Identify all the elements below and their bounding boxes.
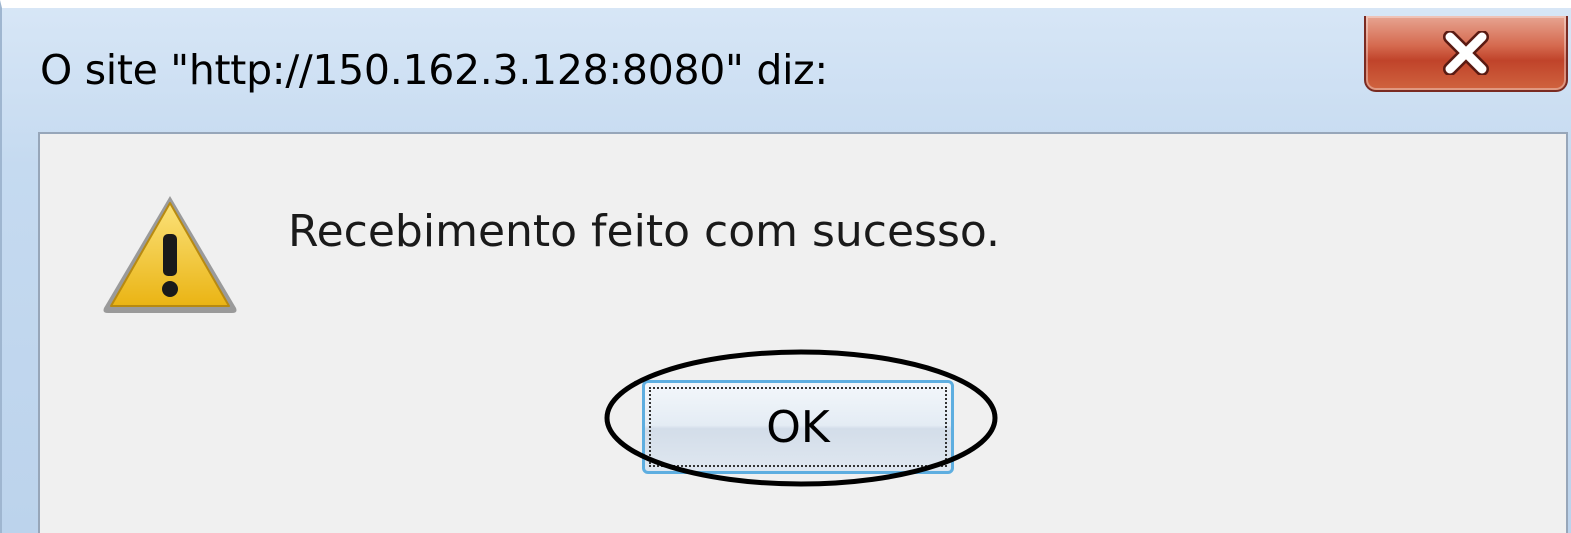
dialog-message: Recebimento feito com sucesso. — [288, 206, 1001, 257]
dialog-title: O site "http://150.162.3.128:8080" diz: — [40, 46, 828, 94]
dialog-content: Recebimento feito com sucesso. OK — [38, 132, 1568, 533]
alert-dialog: O site "http://150.162.3.128:8080" diz: — [0, 0, 1571, 533]
close-icon — [1366, 16, 1566, 90]
ok-button-label: OK — [766, 401, 830, 453]
title-bar: O site "http://150.162.3.128:8080" diz: — [2, 8, 1571, 128]
ok-button[interactable]: OK — [642, 380, 954, 474]
close-button[interactable] — [1364, 16, 1568, 92]
warning-icon — [100, 192, 240, 316]
